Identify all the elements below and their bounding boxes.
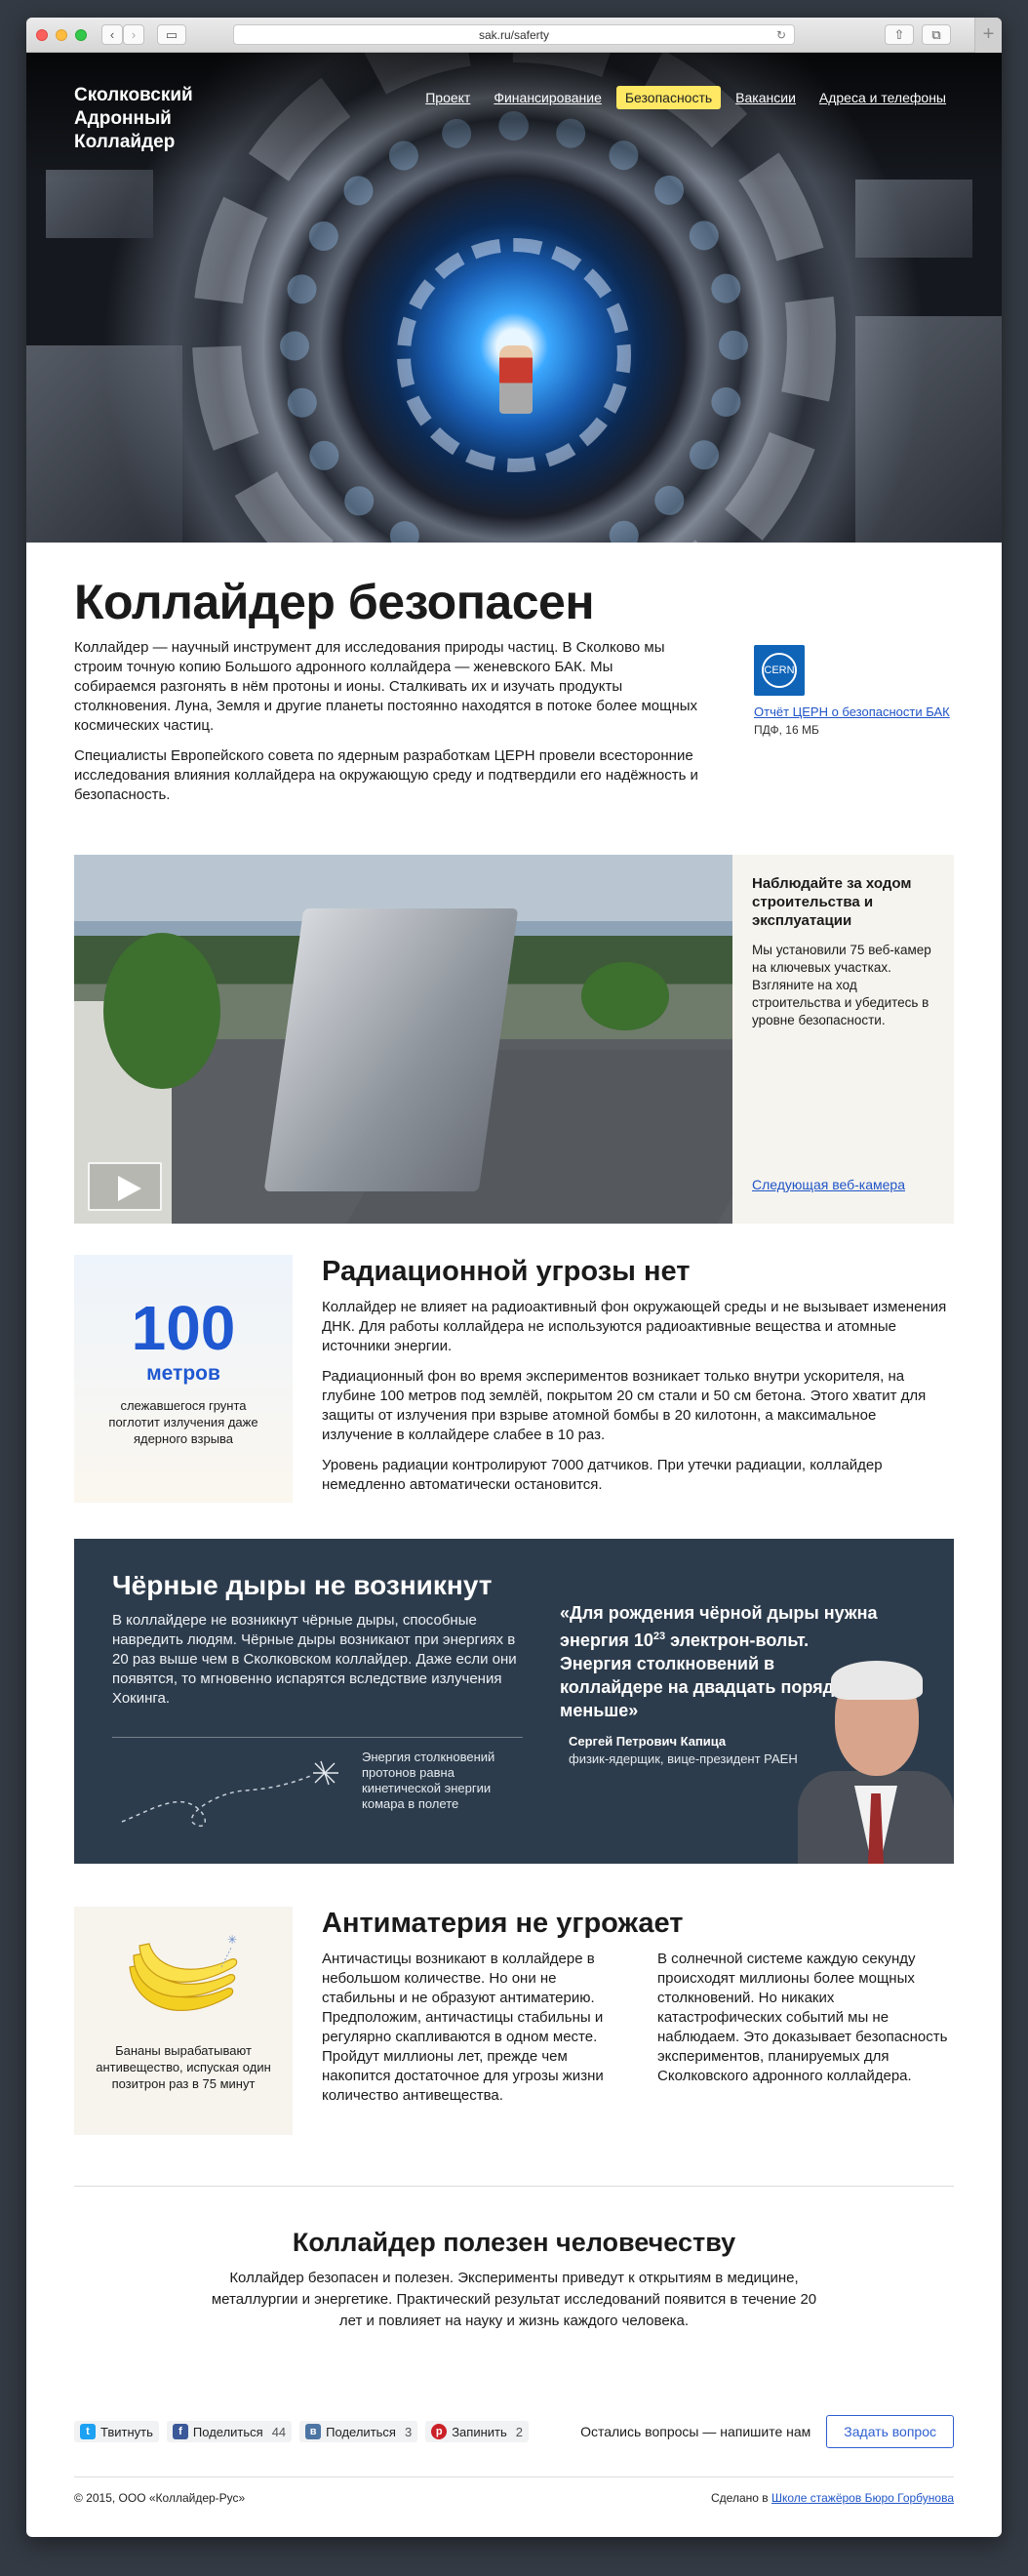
radiation-paragraph-3: Уровень радиации контролируют 7000 датчи…: [322, 1457, 883, 1493]
nav-project[interactable]: Проект: [416, 86, 479, 109]
quote-author: Сергей Петрович Капица: [569, 1734, 727, 1749]
twitter-share-button[interactable]: t Твитнуть: [74, 2421, 159, 2442]
sidebar-toggle-icon[interactable]: ▭: [157, 24, 186, 45]
browser-window: ‹ › ▭ sak.ru/saferty ↻ ⇧ ⧉ + Сколковский…: [26, 18, 1002, 2537]
radiation-section: 100 метров слежавшегося грунта поглотит …: [74, 1255, 954, 1506]
ask-prompt: Остались вопросы — напишите нам: [580, 2424, 811, 2439]
webcam-info: Наблюдайте за ходом строительства и эксп…: [732, 855, 954, 1224]
section-divider: [74, 2186, 954, 2187]
quote-author-role: физик-ядерщик, вице-президент РАЕН: [569, 1751, 798, 1766]
depth-stat-number: 100: [131, 1293, 236, 1363]
share-icon[interactable]: ⇧: [885, 24, 914, 45]
site-logo[interactable]: Сколковский Адронный Коллайдер: [74, 84, 230, 154]
banana-fact: ✳ Бананы вырабатывают антивещество, испу…: [74, 1907, 293, 2135]
page-title: Коллайдер безопасен: [74, 575, 595, 629]
radiation-paragraph-2: Радиационный фон во время экспериментов …: [322, 1368, 927, 1443]
black-holes-text: В коллайдере не возникнут чёрные дыры, с…: [112, 1612, 517, 1707]
black-holes-note: Энергия столкновений протонов равна кине…: [362, 1750, 495, 1811]
intro-section: Коллайдер — научный инструмент для иссле…: [74, 638, 954, 816]
cern-report: CERN Отчёт ЦЕРН о безопасности БАК ПДФ, …: [754, 645, 954, 816]
twitter-icon: t: [80, 2424, 96, 2439]
radiation-paragraph-1: Коллайдер не влияет на радиоактивный фон…: [322, 1299, 947, 1354]
antimatter-column-1: Античастицы возникают в коллайдере в неб…: [322, 1951, 604, 2104]
useful-section: Коллайдер полезен человечеству Коллайдер…: [74, 2228, 954, 2332]
cern-logo-icon: CERN: [754, 645, 805, 696]
depth-stat-unit: метров: [146, 1362, 220, 1385]
mosquito-flight-icon: [121, 1760, 338, 1828]
nav-vacancies[interactable]: Вакансии: [727, 86, 805, 109]
made-by: Сделано в Школе стажёров Бюро Горбунова: [711, 2491, 954, 2505]
play-icon[interactable]: [88, 1162, 162, 1211]
address-bar[interactable]: sak.ru/saferty ↻: [233, 24, 795, 45]
main-nav: Проект Финансирование Безопасность Вакан…: [416, 86, 955, 109]
radiation-title: Радиационной угрозы нет: [322, 1256, 691, 1287]
black-holes-title: Чёрные дыры не возникнут: [112, 1570, 493, 1600]
banana-caption: Бананы вырабатывают антивещество, испуск…: [96, 2043, 271, 2091]
pinterest-share-button[interactable]: p Запинить 2: [425, 2421, 529, 2442]
pinterest-icon: p: [431, 2424, 448, 2439]
nav-contacts[interactable]: Адреса и телефоны: [811, 86, 955, 109]
footer: © 2015, ООО «Коллайдер-Рус» Сделано в Шк…: [74, 2476, 954, 2505]
zoom-window-icon[interactable]: [75, 29, 87, 41]
nav-funding[interactable]: Финансирование: [485, 86, 611, 109]
webcam-section: Наблюдайте за ходом строительства и эксп…: [74, 855, 954, 1224]
next-webcam-link[interactable]: Следующая веб-камера: [752, 1177, 905, 1192]
antimatter-section: ✳ Бананы вырабатывают антивещество, испу…: [74, 1907, 954, 2135]
depth-stat: 100 метров слежавшегося грунта поглотит …: [74, 1255, 293, 1503]
intro-paragraph-1: Коллайдер — научный инструмент для иссле…: [74, 639, 698, 734]
black-holes-section: Чёрные дыры не возникнут В коллайдере не…: [74, 1539, 954, 1864]
webcam-title: Наблюдайте за ходом строительства и эксп…: [752, 875, 912, 929]
new-tab-icon[interactable]: +: [974, 18, 1002, 53]
nav-safety[interactable]: Безопасность: [615, 86, 722, 109]
antimatter-column-2: В солнечной системе каждую секунду проис…: [657, 1951, 948, 2084]
address-url: sak.ru/saferty: [478, 28, 550, 42]
kapitsa-portrait: [798, 1649, 954, 1864]
close-window-icon[interactable]: [36, 29, 48, 41]
banana-icon: ✳: [129, 1933, 238, 2011]
cern-report-link[interactable]: Отчёт ЦЕРН о безопасности БАК: [754, 704, 954, 720]
ask-question-button[interactable]: Задать вопрос: [826, 2415, 954, 2448]
vk-share-button[interactable]: в Поделиться 3: [299, 2421, 418, 2442]
made-by-link[interactable]: Школе стажёров Бюро Горбунова: [771, 2491, 954, 2505]
intro-paragraph-2: Специалисты Европейского совета по ядерн…: [74, 747, 698, 803]
useful-text: Коллайдер безопасен и полезен. Экспериме…: [211, 2270, 817, 2329]
depth-stat-caption: слежавшегося грунта поглотит излучения д…: [108, 1398, 258, 1446]
cern-report-meta: ПДФ, 16 МБ: [754, 723, 819, 737]
copyright: © 2015, ООО «Коллайдер-Рус»: [74, 2491, 246, 2505]
svg-text:✳: ✳: [227, 1933, 237, 1947]
hero-image: Сколковский Адронный Коллайдер Проект Фи…: [26, 53, 1002, 543]
reload-icon[interactable]: ↻: [776, 25, 786, 45]
browser-titlebar: ‹ › ▭ sak.ru/saferty ↻ ⇧ ⧉ +: [26, 18, 1002, 53]
webcam-text: Мы установили 75 веб-камер на ключевых у…: [752, 943, 931, 1027]
back-arrow-icon[interactable]: ‹: [101, 24, 123, 45]
minimize-window-icon[interactable]: [56, 29, 67, 41]
tabs-overview-icon[interactable]: ⧉: [922, 24, 951, 45]
antimatter-title: Антиматерия не угрожает: [322, 1908, 684, 1939]
share-row: t Твитнуть f Поделиться 44 в Поделиться 3 p За…: [74, 2414, 954, 2449]
facebook-icon: f: [172, 2424, 188, 2439]
webcam-video[interactable]: [74, 855, 732, 1224]
vk-icon: в: [305, 2424, 322, 2439]
facebook-share-button[interactable]: f Поделиться 44: [166, 2421, 293, 2442]
forward-arrow-icon[interactable]: ›: [123, 24, 144, 45]
useful-title: Коллайдер полезен человечеству: [292, 2228, 736, 2257]
